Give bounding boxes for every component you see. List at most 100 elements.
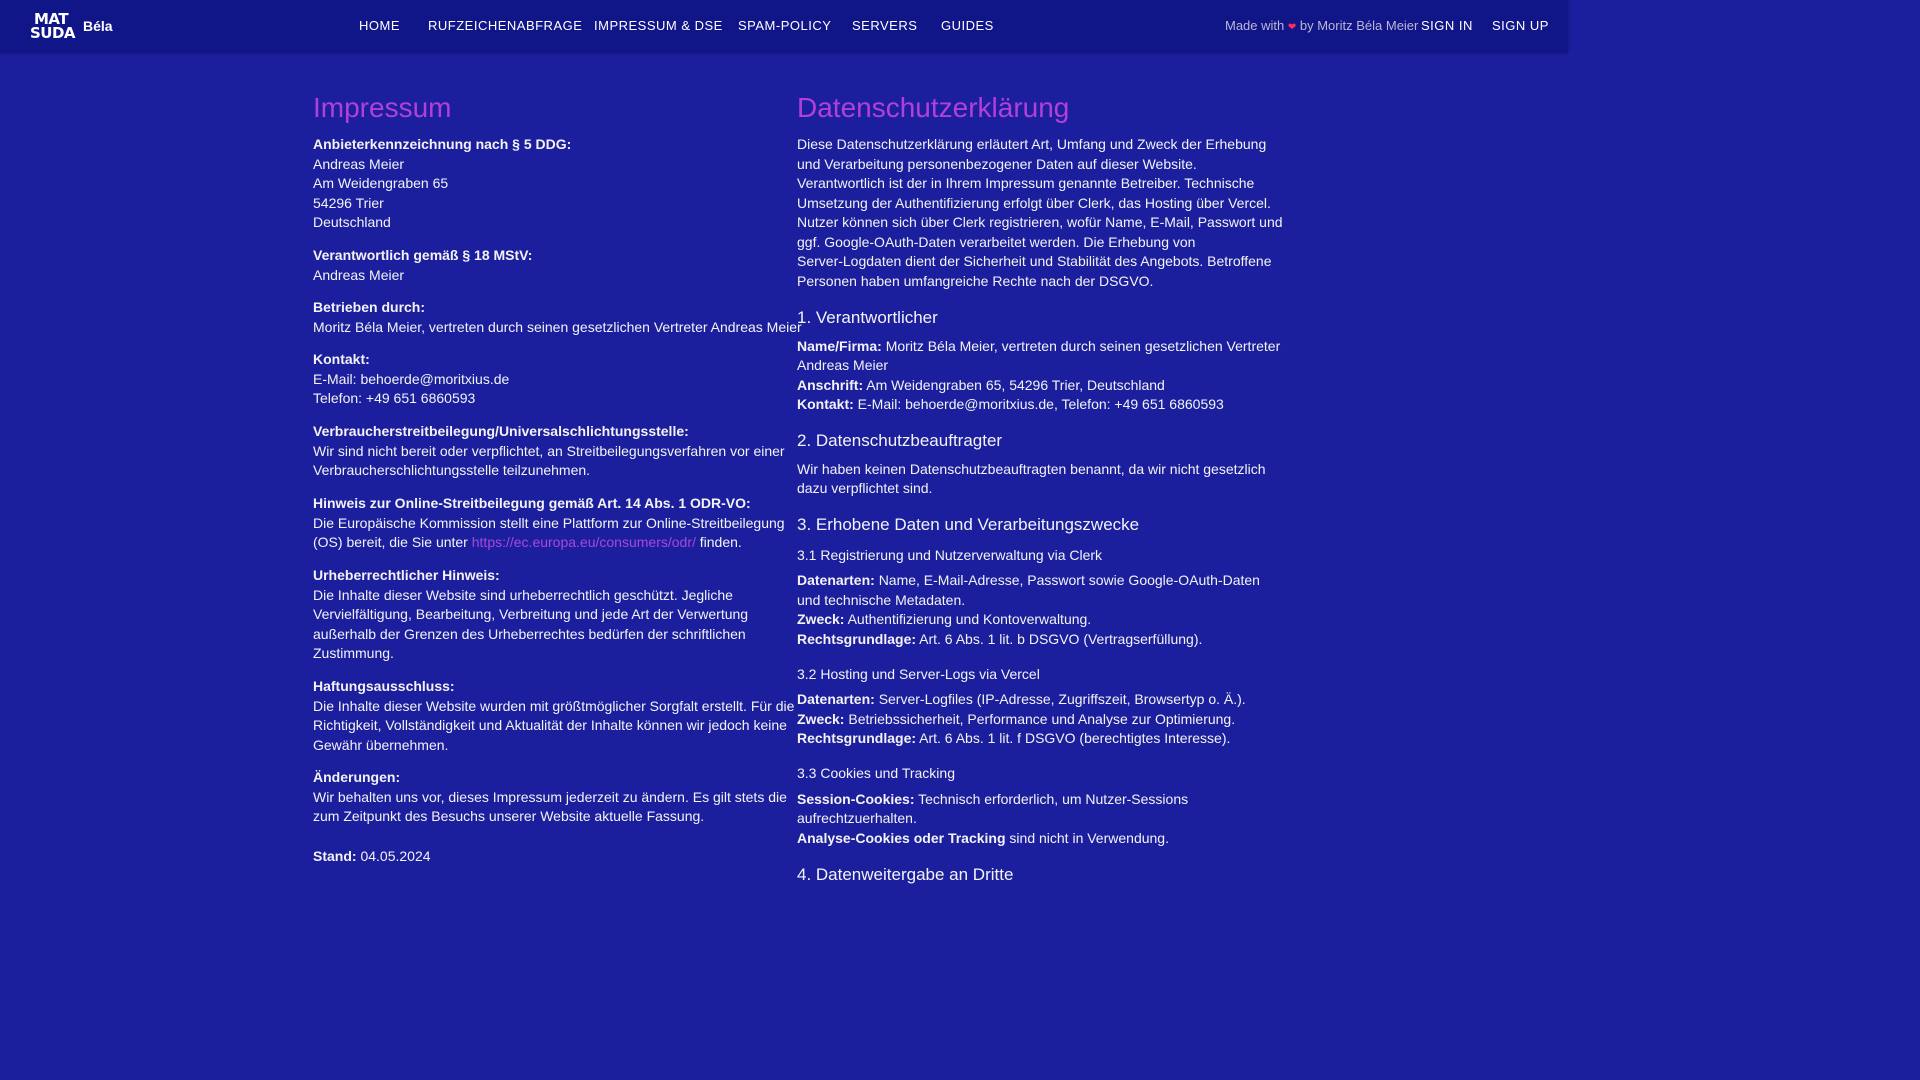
s2-line: dazu verpflichtet sind.: [797, 480, 933, 496]
sign-up-button[interactable]: SIGN UP: [1492, 19, 1549, 33]
intro-line: Personen haben umfangreiche Rechte nach …: [797, 272, 1154, 289]
logo-mark: MAT SUDA: [30, 11, 80, 41]
s31-daten-value-cont: und technische Metadaten.: [797, 591, 966, 608]
section-3-1-title: 3.1 Registrierung und Nutzerverwaltung v…: [797, 547, 1103, 563]
stand-value: 04.05.2024: [360, 847, 431, 864]
kontakt-email: E-Mail: behoerde@moritxius.de: [313, 370, 510, 387]
aenderungen-line: zum Zeitpunkt des Besuchs unserer Websit…: [313, 808, 705, 824]
sign-in-button[interactable]: SIGN IN: [1421, 19, 1473, 33]
s33-analyse-value: sind nicht in Verwendung.: [1009, 829, 1169, 846]
nav-link-impressum-dse[interactable]: IMPRESSUM & DSE: [594, 19, 723, 33]
s1-kontakt-line: Kontakt: E-Mail: behoerde@moritxius.de, …: [797, 395, 1224, 415]
s32-zweck-line: Zweck: Betriebssicherheit, Performance u…: [797, 710, 1235, 730]
urheber-line: außerhalb der Grenzen des Urheberrechtes…: [313, 625, 746, 642]
verbraucher-line: Wir sind nicht bereit oder verpflichtet,…: [313, 442, 785, 459]
nav-link-guides[interactable]: GUIDES: [941, 19, 994, 33]
s32-zweck-value: Betriebssicherheit, Performance und Anal…: [848, 710, 1236, 727]
section-1-title: 1. Verantwortlicher: [797, 308, 938, 327]
betrieben-text: Moritz Béla Meier, vertreten durch seine…: [313, 318, 802, 335]
s31-zweck-value: Authentifizierung und Kontoverwaltung.: [847, 611, 1092, 627]
logo[interactable]: MAT SUDA Béla: [30, 11, 113, 41]
verbraucher-heading: Verbraucherstreitbeilegung/Universalschl…: [313, 423, 689, 439]
section-3-title: 3. Erhobene Daten und Verarbeitungszweck…: [797, 515, 1140, 534]
s33-analyse-label: Analyse-Cookies oder Tracking: [797, 829, 1006, 846]
haftung-heading: Haftungsausschluss:: [313, 678, 455, 694]
made-with-prefix: Made with: [1225, 18, 1285, 33]
intro-line: Server-Logdaten dient der Sicherheit und…: [797, 253, 1272, 269]
made-with-credit: Made with ❤ by Moritz Béla Meier: [1225, 19, 1418, 35]
s1-kontakt-value: E-Mail: behoerde@moritxius.de, Telefon: …: [857, 396, 1224, 412]
haftung-line: Richtigkeit, Vollständigkeit und Aktuali…: [313, 717, 787, 733]
odr-line-suffix: finden.: [699, 534, 742, 550]
urheber-line: Zustimmung.: [313, 645, 394, 661]
stand-label: Stand:: [313, 847, 357, 864]
impressum-title: Impressum: [313, 92, 452, 123]
betrieben-heading: Betrieben durch:: [313, 299, 426, 315]
intro-line: Umsetzung der Authentifizierung erfolgt …: [797, 194, 1271, 211]
section-3-3-title: 3.3 Cookies und Tracking: [797, 765, 955, 781]
s31-daten-value: Name, E-Mail-Adresse, Passwort sowie Goo…: [878, 572, 1260, 588]
verbraucher-line: Verbraucherschlichtungsstelle teilzunehm…: [313, 462, 591, 478]
anbieter-line: Am Weidengraben 65: [313, 175, 449, 191]
s31-rechtsgrundlage-value: Art. 6 Abs. 1 lit. b DSGVO (Vertragserfü…: [919, 630, 1203, 647]
s33-session-value: Technisch erforderlich, um Nutzer-Sessio…: [918, 790, 1189, 807]
s1-address-line: Anschrift: Am Weidengraben 65, 54296 Tri…: [797, 376, 1165, 396]
anbieter-heading: Anbieterkennzeichnung nach § 5 DDG:: [313, 136, 572, 152]
s32-rechtsgrundlage-line: Rechtsgrundlage: Art. 6 Abs. 1 lit. f DS…: [797, 729, 1230, 749]
kontakt-heading: Kontakt:: [313, 351, 370, 367]
s1-address-label: Anschrift:: [797, 376, 864, 393]
s1-name-value: Moritz Béla Meier, vertreten durch seine…: [885, 337, 1281, 354]
s1-address-value: Am Weidengraben 65, 54296 Trier, Deutsch…: [866, 376, 1165, 393]
intro-line: ggf. Google-OAuth-Daten verarbeitet werd…: [797, 233, 1196, 250]
intro-line: Diese Datenschutzerklärung erläutert Art…: [797, 136, 1267, 152]
s32-daten-label: Datenarten:: [797, 691, 875, 707]
stand-line: Stand: 04.05.2024: [313, 847, 431, 867]
heart-icon: ❤: [1287, 22, 1297, 33]
s1-name-line: Name/Firma: Moritz Béla Meier, vertreten…: [797, 337, 1280, 357]
s1-kontakt-label: Kontakt:: [797, 396, 854, 412]
urheber-line: Die Inhalte dieser Website sind urheberr…: [313, 586, 733, 603]
s31-zweck-line: Zweck: Authentifizierung und Kontoverwal…: [797, 610, 1091, 630]
odr-heading: Hinweis zur Online-Streitbeilegung gemäß…: [313, 495, 751, 511]
s31-daten-line: Datenarten: Name, E-Mail-Adresse, Passwo…: [797, 571, 1260, 591]
logo-mark-line2: SUDA: [30, 24, 76, 42]
urheber-heading: Urheberrechtlicher Hinweis:: [313, 567, 500, 583]
s31-zweck-label: Zweck:: [797, 611, 845, 627]
s32-zweck-label: Zweck:: [797, 710, 845, 727]
s33-session-line: Session-Cookies: Technisch erforderlich,…: [797, 790, 1188, 810]
datenschutz-title: Datenschutzerklärung: [797, 92, 1070, 123]
logo-text: Béla: [83, 18, 113, 34]
s1-name-value-cont: Andreas Meier: [797, 357, 889, 373]
s33-analyse-line: Analyse-Cookies oder Tracking sind nicht…: [797, 829, 1169, 849]
s32-rechtsgrundlage-value: Art. 6 Abs. 1 lit. f DSGVO (berechtigtes…: [919, 730, 1231, 746]
kontakt-phone: Telefon: +49 651 6860593: [313, 390, 476, 406]
s31-rechtsgrundlage-label: Rechtsgrundlage:: [797, 630, 917, 647]
intro-line: Nutzer können sich über Clerk registrier…: [797, 214, 1283, 230]
s33-session-value-cont: aufrechtzuerhalten.: [797, 810, 917, 826]
anbieter-line: Deutschland: [313, 214, 391, 230]
odr-line-prefix: (OS) bereit, die Sie unter: [313, 534, 468, 550]
nav-link-rufzeichenabfrage[interactable]: RUFZEICHENABFRAGE: [428, 19, 582, 33]
section-3-2-title: 3.2 Hosting und Server-Logs via Vercel: [797, 666, 1040, 682]
s33-session-label: Session-Cookies:: [797, 790, 915, 807]
s32-daten-value: Server-Logfiles (IP-Adresse, Zugriffszei…: [878, 691, 1246, 707]
anbieter-line: 54296 Trier: [313, 194, 384, 211]
intro-line: Verantwortlich ist der in Ihrem Impressu…: [797, 175, 1255, 191]
s32-daten-line: Datenarten: Server-Logfiles (IP-Adresse,…: [797, 690, 1246, 710]
verantwortlich-name: Andreas Meier: [313, 266, 405, 283]
nav-link-home[interactable]: HOME: [359, 19, 400, 33]
s31-rechtsgrundlage-line: Rechtsgrundlage: Art. 6 Abs. 1 lit. b DS…: [797, 630, 1202, 650]
made-with-author: by Moritz Béla Meier: [1299, 18, 1419, 33]
s2-line: Wir haben keinen Datenschutzbeauftragten…: [797, 460, 1266, 477]
odr-link[interactable]: https://ec.europa.eu/consumers/odr/: [472, 534, 696, 550]
s31-daten-label: Datenarten:: [797, 572, 875, 588]
section-4-title: 4. Datenweitergabe an Dritte: [797, 865, 1014, 884]
nav-link-servers[interactable]: SERVERS: [852, 19, 917, 33]
intro-line: und Verarbeitung personenbezogener Daten…: [797, 155, 1197, 172]
verantwortlich-heading: Verantwortlich gemäß § 18 MStV:: [313, 247, 533, 263]
s1-name-label: Name/Firma:: [797, 337, 882, 354]
haftung-line: Die Inhalte dieser Website wurden mit gr…: [313, 697, 795, 714]
anbieter-line: Andreas Meier: [313, 155, 405, 172]
nav-link-spam-policy[interactable]: SPAM-POLICY: [738, 19, 831, 33]
aenderungen-line: Wir behalten uns vor, dieses Impressum j…: [313, 788, 787, 805]
